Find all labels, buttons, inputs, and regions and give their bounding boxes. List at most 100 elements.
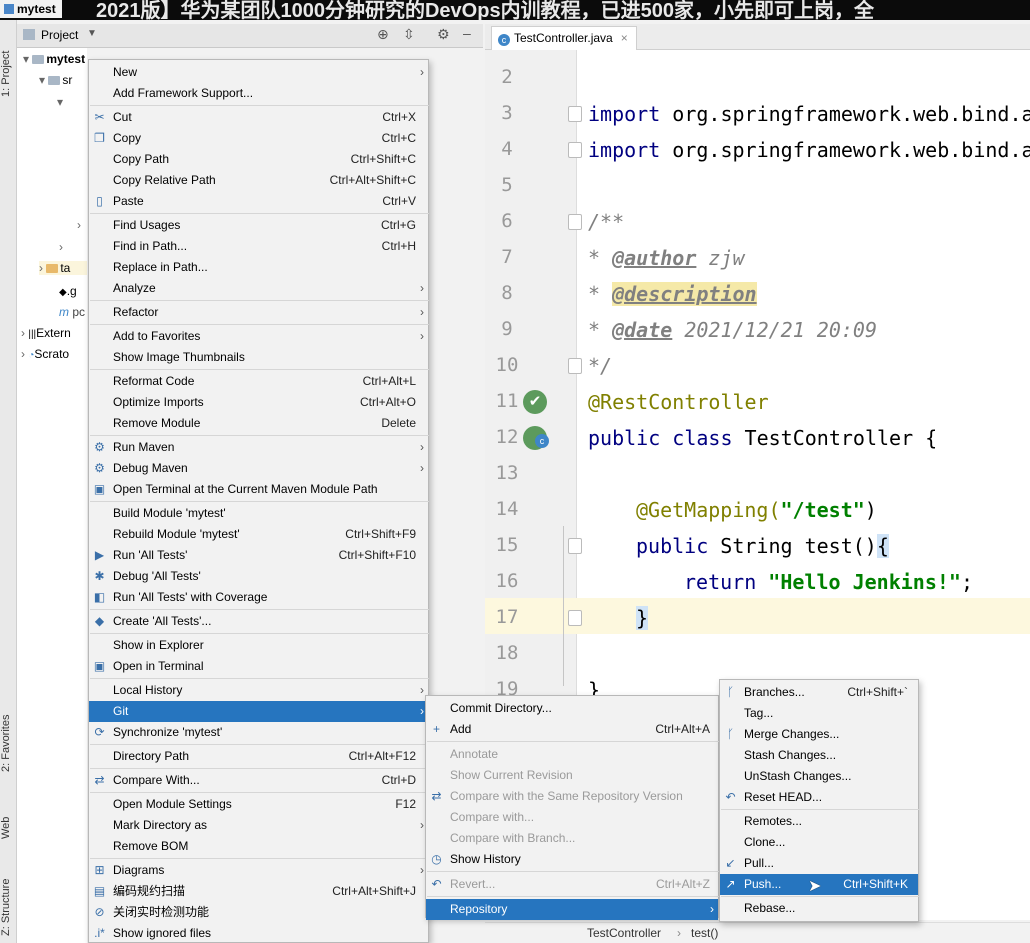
menu-item-run-all-tests[interactable]: ▶ Run 'All Tests' Ctrl+Shift+F10 — [89, 545, 428, 566]
menu-item-reformat-code[interactable]: Reformat Code Ctrl+Alt+L — [89, 371, 428, 392]
tree-item-target[interactable]: › ta — [39, 261, 87, 275]
tab-web[interactable]: Web — [0, 800, 17, 856]
menu-item-label: Copy — [113, 131, 142, 145]
menu-item-cut[interactable]: ✂ Cut Ctrl+X — [89, 107, 428, 128]
menu-item-directory-path[interactable]: Directory Path Ctrl+Alt+F12 — [89, 746, 428, 767]
menu-item-synchronize-mytest[interactable]: ⟳ Synchronize 'mytest' — [89, 722, 428, 743]
menu-item-add[interactable]: + Add Ctrl+Alt+A — [426, 719, 718, 740]
tab-favorites[interactable]: 2: Favorites — [0, 700, 17, 786]
project-tree: ▾ mytest ▾ sr ▾ › › › ta ◆.g m pc › |||E… — [17, 48, 87, 943]
menu-item-shortcut: Ctrl+Shift+K — [843, 877, 908, 891]
menu-item-analyze[interactable]: Analyze › — [89, 278, 428, 299]
menu-item-clone[interactable]: Clone... — [720, 832, 918, 853]
menu-item-find-in-path[interactable]: Find in Path... Ctrl+H — [89, 236, 428, 257]
chevron-down-icon[interactable]: ▼ — [87, 28, 97, 39]
menu-item-show-history[interactable]: ◷ Show History — [426, 849, 718, 870]
menu-item-open-in-terminal[interactable]: ▣ Open in Terminal — [89, 656, 428, 677]
fold-marker-icon[interactable] — [568, 538, 582, 554]
menu-separator — [90, 792, 429, 793]
fold-marker-icon[interactable] — [568, 142, 582, 158]
tab-structure[interactable]: Z: Structure — [0, 868, 17, 943]
tree-root[interactable]: ▾ mytest — [23, 52, 85, 66]
menu-item-git[interactable]: Git › — [89, 701, 428, 722]
tree-item[interactable]: ▾ — [57, 95, 63, 109]
tree-item-gitignore[interactable]: ◆.g — [59, 284, 77, 298]
menu-item-scan-icon[interactable]: ▤ 编码规约扫描 Ctrl+Alt+Shift+J — [89, 881, 428, 902]
menu-item-commit-directory[interactable]: Commit Directory... — [426, 698, 718, 719]
close-icon[interactable]: × — [621, 31, 628, 45]
menu-item-local-history[interactable]: Local History › — [89, 680, 428, 701]
menu-item-new[interactable]: New › — [89, 62, 428, 83]
push-icon: ↗ — [725, 877, 736, 891]
fold-marker-icon[interactable] — [568, 106, 582, 122]
menu-item-remove-module[interactable]: Remove Module Delete — [89, 413, 428, 434]
collapse-icon[interactable]: ⇳ — [403, 26, 415, 43]
menu-item-branches[interactable]: ᚴ Branches... Ctrl+Shift+` — [720, 682, 918, 703]
menu-item-block-icon[interactable]: ⊘ 关闭实时检测功能 — [89, 902, 428, 923]
tree-item[interactable]: › — [77, 218, 81, 232]
menu-item-show-image-thumbnails[interactable]: Show Image Thumbnails — [89, 347, 428, 368]
menu-item-mark-directory-as[interactable]: Mark Directory as › — [89, 815, 428, 836]
menu-item-label: Copy Path — [113, 152, 170, 166]
menu-item-run-maven[interactable]: ⚙ Run Maven › — [89, 437, 428, 458]
menu-item-merge-changes[interactable]: ᚴ Merge Changes... — [720, 724, 918, 745]
menu-item-debug-all-tests[interactable]: ✱ Debug 'All Tests' — [89, 566, 428, 587]
tab-project[interactable]: 1: Project — [0, 34, 17, 114]
menu-item-copy-path[interactable]: Copy Path Ctrl+Shift+C — [89, 149, 428, 170]
menu-item-tag[interactable]: Tag... — [720, 703, 918, 724]
menu-item-rebuild-module-mytest[interactable]: Rebuild Module 'mytest' Ctrl+Shift+F9 — [89, 524, 428, 545]
menu-item-refactor[interactable]: Refactor › — [89, 302, 428, 323]
tree-item-pom[interactable]: m pc — [59, 305, 85, 319]
menu-item-repository[interactable]: Repository › — [426, 899, 718, 920]
menu-separator — [427, 741, 719, 742]
menu-item-run-all-tests-with-coverage[interactable]: ◧ Run 'All Tests' with Coverage — [89, 587, 428, 608]
breadcrumb-method[interactable]: test() — [691, 926, 718, 940]
maven-debug-icon: ⚙ — [94, 461, 105, 475]
target-icon[interactable]: ⊕ — [377, 26, 389, 43]
spring-bean-icon[interactable]: ✔ — [523, 390, 547, 414]
menu-item-create-all-tests[interactable]: ◆ Create 'All Tests'... — [89, 611, 428, 632]
menu-item-optimize-imports[interactable]: Optimize Imports Ctrl+Alt+O — [89, 392, 428, 413]
menu-item-add-to-favorites[interactable]: Add to Favorites › — [89, 326, 428, 347]
breadcrumb-class[interactable]: TestController — [587, 926, 661, 940]
fold-marker-icon[interactable] — [568, 358, 582, 374]
menu-item-open-module-settings[interactable]: Open Module Settings F12 — [89, 794, 428, 815]
menu-item-remotes[interactable]: Remotes... — [720, 811, 918, 832]
menu-item-copy[interactable]: ❐ Copy Ctrl+C — [89, 128, 428, 149]
project-panel-title[interactable]: Project — [41, 28, 78, 42]
menu-item-unstash-changes[interactable]: UnStash Changes... — [720, 766, 918, 787]
menu-item-remove-bom[interactable]: Remove BOM — [89, 836, 428, 857]
menu-item-compare-with[interactable]: ⇄ Compare With... Ctrl+D — [89, 770, 428, 791]
menu-item-open-terminal-at-the-current-maven-module-path[interactable]: ▣ Open Terminal at the Current Maven Modu… — [89, 479, 428, 500]
menu-item-show-in-explorer[interactable]: Show in Explorer — [89, 635, 428, 656]
menu-item-label: Run 'All Tests' with Coverage — [113, 590, 268, 604]
menu-separator — [90, 300, 429, 301]
menu-item-build-module-mytest[interactable]: Build Module 'mytest' — [89, 503, 428, 524]
menu-separator — [90, 435, 429, 436]
menu-item-label: Cut — [113, 110, 132, 124]
menu-item-debug-maven[interactable]: ⚙ Debug Maven › — [89, 458, 428, 479]
tab-testcontroller[interactable]: c TestController.java × — [491, 26, 637, 50]
menu-item-pull[interactable]: ↙ Pull... — [720, 853, 918, 874]
menu-item-find-usages[interactable]: Find Usages Ctrl+G — [89, 215, 428, 236]
menu-item-stash-changes[interactable]: Stash Changes... — [720, 745, 918, 766]
menu-item-replace-in-path[interactable]: Replace in Path... — [89, 257, 428, 278]
chevron-right-icon: › — [420, 704, 424, 718]
menu-separator — [90, 105, 429, 106]
menu-item-paste[interactable]: ▯ Paste Ctrl+V — [89, 191, 428, 212]
tree-item[interactable]: › — [59, 240, 63, 254]
menu-item-reset-head[interactable]: ↶ Reset HEAD... — [720, 787, 918, 808]
gear-icon[interactable]: ⚙ — [437, 26, 450, 43]
menu-item-copy-relative-path[interactable]: Copy Relative Path Ctrl+Alt+Shift+C — [89, 170, 428, 191]
minimize-icon[interactable]: – — [463, 25, 471, 41]
menu-item-rebase[interactable]: Rebase... — [720, 898, 918, 919]
menu-item-show-ignored-files[interactable]: .i* Show ignored files — [89, 923, 428, 943]
tree-item[interactable]: ▾ sr — [39, 73, 72, 87]
debug-icon: ✱ — [94, 569, 105, 583]
menu-item-diagrams[interactable]: ⊞ Diagrams › — [89, 860, 428, 881]
menu-item-add-framework-support[interactable]: Add Framework Support... — [89, 83, 428, 104]
tree-item-scratches[interactable]: › ◔Scrato — [21, 347, 69, 361]
tree-item-external-libraries[interactable]: › |||Extern — [21, 326, 71, 340]
fold-marker-icon[interactable] — [568, 610, 582, 626]
fold-marker-icon[interactable] — [568, 214, 582, 230]
